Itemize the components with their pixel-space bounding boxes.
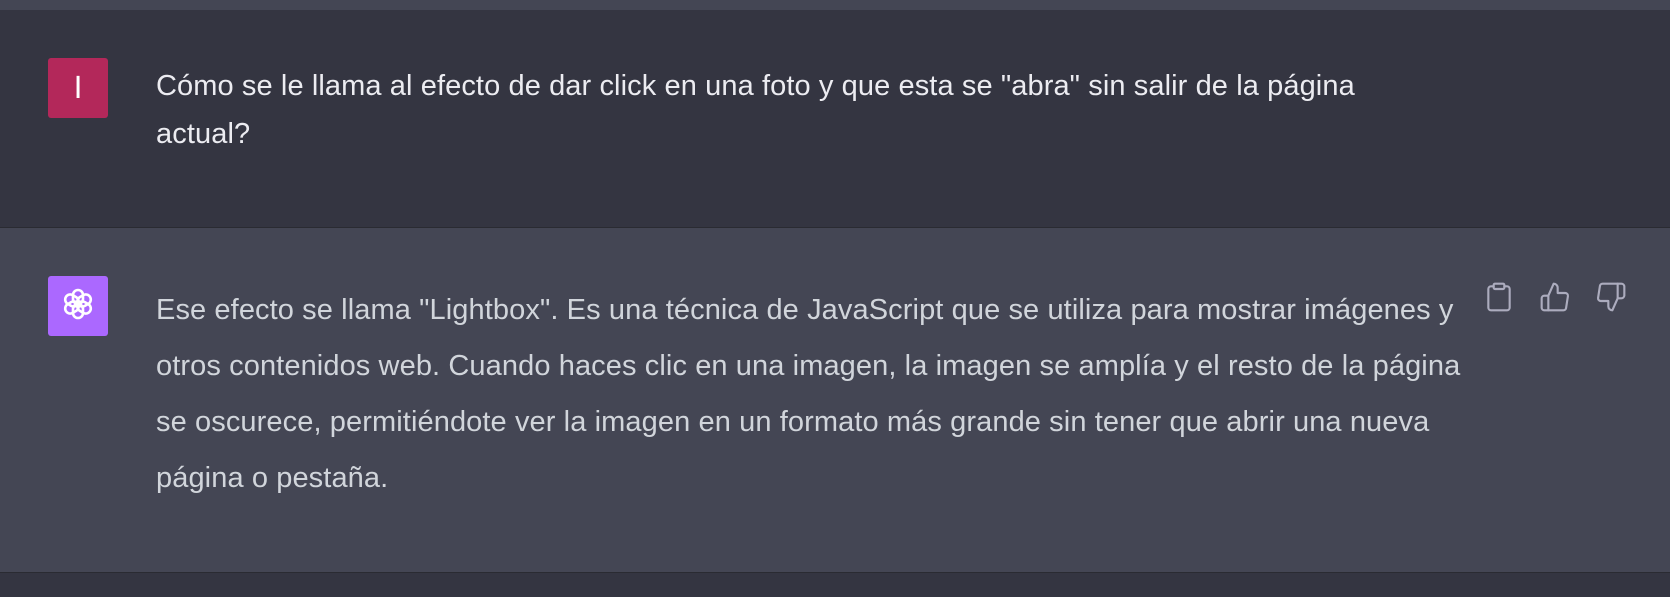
next-message-edge (0, 572, 1670, 597)
assistant-message-text: Ese efecto se llama "Lightbox". Es una t… (156, 294, 1461, 494)
thumbs-up-icon (1539, 281, 1571, 318)
thumbs-up-button[interactable] (1536, 280, 1574, 318)
thumbs-down-button[interactable] (1592, 280, 1630, 318)
assistant-message-row: Ese efecto se llama "Lightbox". Es una t… (0, 228, 1670, 572)
message-actions (1480, 280, 1630, 318)
user-message-row: I Cómo se le llama al efecto de dar clic… (0, 10, 1670, 228)
user-avatar-initial: I (73, 70, 83, 106)
user-message-text: Cómo se le llama al efecto de dar click … (156, 70, 1355, 150)
thumbs-down-icon (1595, 281, 1627, 318)
openai-logo-icon (58, 284, 98, 329)
copy-button[interactable] (1480, 280, 1518, 318)
assistant-avatar (48, 276, 108, 336)
clipboard-icon (1483, 281, 1515, 318)
user-avatar: I (48, 58, 108, 118)
